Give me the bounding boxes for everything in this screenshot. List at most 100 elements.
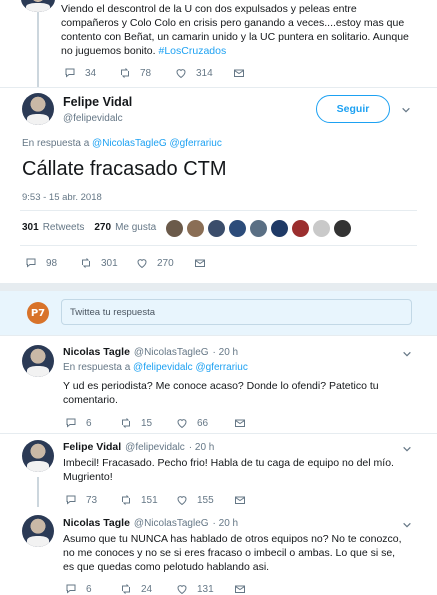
- follow-button[interactable]: Seguir: [316, 95, 390, 123]
- direct-message-button[interactable]: [234, 494, 246, 506]
- reply-button[interactable]: 6: [65, 417, 120, 429]
- chevron-down-icon[interactable]: [401, 105, 411, 115]
- reply-count: 6: [86, 583, 92, 595]
- reply-icon: [65, 494, 77, 506]
- hashtag-link[interactable]: #LosCruzados: [159, 45, 227, 57]
- retweet-icon: [119, 67, 131, 79]
- thread-line: [37, 0, 39, 88]
- reply-input[interactable]: Twittea tu respuesta: [61, 299, 412, 325]
- likes-stat-count[interactable]: 270: [94, 222, 111, 233]
- liker-avatar[interactable]: [229, 220, 246, 237]
- author-name[interactable]: Nicolas Tagle: [63, 517, 130, 529]
- retweet-button[interactable]: 78: [119, 67, 175, 79]
- reply-count: 98: [46, 257, 58, 269]
- likers-avatars: [166, 220, 351, 237]
- direct-message-button[interactable]: [194, 257, 206, 269]
- direct-message-button[interactable]: [233, 67, 245, 79]
- tweet-actions: 6 24 131: [65, 583, 246, 595]
- retweet-icon: [120, 417, 132, 429]
- author-handle[interactable]: @NicolasTagleG: [134, 347, 209, 358]
- author-handle[interactable]: @felipevidalc: [63, 113, 123, 124]
- author-name[interactable]: Felipe Vidal: [63, 95, 132, 109]
- like-button[interactable]: 66: [176, 417, 234, 429]
- engagement-stats: 301 Retweets 270 Me gusta: [22, 222, 156, 233]
- reply-icon: [25, 257, 37, 269]
- envelope-icon: [233, 67, 245, 79]
- liker-avatar[interactable]: [313, 220, 330, 237]
- tweet-actions: 73 151 155: [65, 494, 246, 506]
- heart-icon: [175, 67, 187, 79]
- retweet-button[interactable]: 301: [80, 257, 136, 269]
- heart-icon: [176, 494, 188, 506]
- reply-button[interactable]: 6: [65, 583, 120, 595]
- reply-button[interactable]: 34: [64, 67, 119, 79]
- tweet-time[interactable]: · 20 h: [213, 518, 239, 529]
- avatar[interactable]: [22, 440, 54, 472]
- heart-icon: [176, 583, 188, 595]
- liker-avatar[interactable]: [271, 220, 288, 237]
- author-name[interactable]: Felipe Vidal: [63, 441, 121, 453]
- direct-message-button[interactable]: [234, 583, 246, 595]
- tweet-actions: 34 78 314: [64, 67, 245, 79]
- liker-avatar[interactable]: [187, 220, 204, 237]
- like-button[interactable]: 314: [175, 67, 233, 79]
- retweet-count: 15: [141, 417, 153, 429]
- author-name[interactable]: Nicolas Tagle: [63, 346, 130, 358]
- likes-stat-label: Me gusta: [115, 222, 157, 233]
- tweet-actions: 98 301 270: [25, 257, 206, 269]
- heart-icon: [136, 257, 148, 269]
- retweet-count: 24: [141, 583, 153, 595]
- avatar[interactable]: [22, 515, 54, 547]
- retweet-icon: [120, 494, 132, 506]
- retweet-button[interactable]: 24: [120, 583, 176, 595]
- tweet-time[interactable]: · 20 h: [213, 347, 239, 358]
- like-count: 131: [197, 583, 214, 595]
- retweets-stat-label: Retweets: [42, 222, 85, 233]
- avatar[interactable]: [22, 93, 54, 125]
- retweet-button[interactable]: 151: [120, 494, 176, 506]
- reply-to-links[interactable]: @NicolasTagleG @gferrariuc: [92, 138, 222, 149]
- liker-avatar[interactable]: [334, 220, 351, 237]
- liker-avatar[interactable]: [292, 220, 309, 237]
- envelope-icon: [234, 583, 246, 595]
- divider: [0, 335, 437, 336]
- retweet-count: 151: [141, 494, 158, 506]
- retweet-icon: [80, 257, 92, 269]
- author-handle[interactable]: @NicolasTagleG: [134, 518, 209, 529]
- author-handle[interactable]: @felipevidalc: [125, 442, 185, 453]
- tweet-text: Y ud es periodista? Me conoce acaso? Don…: [63, 380, 379, 406]
- like-button[interactable]: 270: [136, 257, 194, 269]
- tweet-time[interactable]: · 20 h: [189, 442, 215, 453]
- author-row: Felipe Vidal @felipevidalc · 20 h: [63, 441, 214, 453]
- retweet-button[interactable]: 15: [120, 417, 176, 429]
- like-button[interactable]: 131: [176, 583, 234, 595]
- tweet-text: Imbecil! Fracasado. Pecho frio! Habla de…: [63, 457, 394, 483]
- retweets-stat-count[interactable]: 301: [22, 222, 39, 233]
- chevron-down-icon[interactable]: [402, 349, 412, 359]
- author-row: Nicolas Tagle @NicolasTagleG · 20 h: [63, 346, 238, 358]
- reply-button[interactable]: 98: [25, 257, 80, 269]
- envelope-icon: [194, 257, 206, 269]
- tweet-actions: 6 15 66: [65, 417, 246, 429]
- like-button[interactable]: 155: [176, 494, 234, 506]
- like-count: 270: [157, 257, 174, 269]
- liker-avatar[interactable]: [166, 220, 183, 237]
- liker-avatar[interactable]: [208, 220, 225, 237]
- avatar[interactable]: [22, 345, 54, 377]
- reply-button[interactable]: 73: [65, 494, 120, 506]
- tweet-text: Viendo el descontrol de la U con dos exp…: [61, 3, 409, 57]
- chevron-down-icon[interactable]: [402, 444, 412, 454]
- divider: [20, 210, 417, 211]
- direct-message-button[interactable]: [234, 417, 246, 429]
- reply-count: 73: [86, 494, 98, 506]
- reply-icon: [65, 583, 77, 595]
- tweet-timestamp[interactable]: 9:53 - 15 abr. 2018: [22, 192, 102, 203]
- avatar[interactable]: [21, 0, 55, 12]
- reply-count: 6: [86, 417, 92, 429]
- liker-avatar[interactable]: [250, 220, 267, 237]
- author-row: Nicolas Tagle @NicolasTagleG · 20 h: [63, 517, 238, 529]
- chevron-down-icon[interactable]: [402, 520, 412, 530]
- reply-icon: [65, 417, 77, 429]
- reply-to-links[interactable]: @felipevidalc @gferrariuc: [133, 362, 248, 373]
- user-logo: P7: [27, 302, 49, 324]
